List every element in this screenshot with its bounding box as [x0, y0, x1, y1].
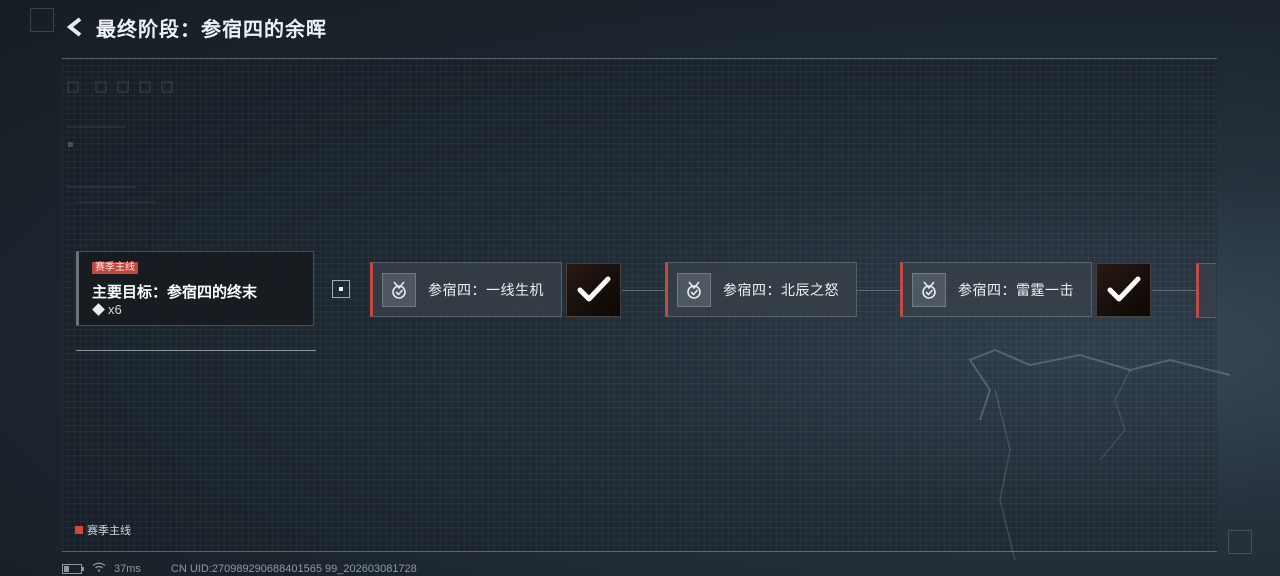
hud-decoration [66, 81, 173, 203]
checkmark-icon [577, 276, 610, 302]
lightning-decoration [968, 348, 1230, 560]
task-card[interactable]: 参宿四：雷霆一击 [900, 262, 1092, 317]
goal-underline [76, 350, 316, 351]
checkmark-icon [1107, 276, 1140, 302]
task-card-offscreen[interactable] [1196, 263, 1216, 318]
path-connector [1152, 290, 1196, 291]
corner-decoration [30, 8, 54, 32]
status-bar: 37ms CN UID:270989290688401565 99_202603… [62, 562, 417, 575]
main-goal-card[interactable]: 赛季主线 主要目标：参宿四的终末 x6 [76, 251, 314, 326]
medal-icon [677, 272, 711, 307]
legend-swatch [75, 526, 83, 534]
goal-title: 主要目标：参宿四的终末 [92, 284, 258, 301]
page-header: 最终阶段：参宿四的余晖 [62, 12, 327, 42]
task-card[interactable]: 参宿四：一线生机 [370, 262, 562, 317]
corner-decoration [1228, 530, 1252, 554]
medal-icon [382, 272, 416, 307]
chevron-left-icon[interactable] [62, 14, 88, 40]
wifi-icon [92, 562, 106, 575]
task-card[interactable]: 参宿四：北辰之怒 [665, 262, 857, 317]
map-legend: 赛季主线 [75, 522, 131, 538]
medal-icon [912, 272, 946, 307]
task-label: 参宿四：雷霆一击 [958, 281, 1074, 298]
path-connector [622, 290, 665, 291]
uid-text: CN UID:270989290688401565 99_20260308172… [170, 562, 417, 575]
path-start-node [332, 280, 350, 298]
page-title: 最终阶段：参宿四的余晖 [96, 18, 327, 41]
diamond-icon [92, 303, 105, 316]
legend-label: 赛季主线 [87, 525, 131, 537]
ping-text: 37ms [114, 562, 141, 575]
reward-count: x6 [108, 302, 122, 317]
task-label: 参宿四：一线生机 [428, 281, 544, 298]
completed-reward [566, 263, 621, 317]
task-label: 参宿四：北辰之怒 [723, 281, 839, 298]
season-tag: 赛季主线 [92, 262, 138, 274]
path-connector [857, 290, 900, 291]
completed-reward [1096, 263, 1151, 317]
goal-reward: x6 [92, 302, 122, 317]
battery-icon [62, 563, 84, 574]
